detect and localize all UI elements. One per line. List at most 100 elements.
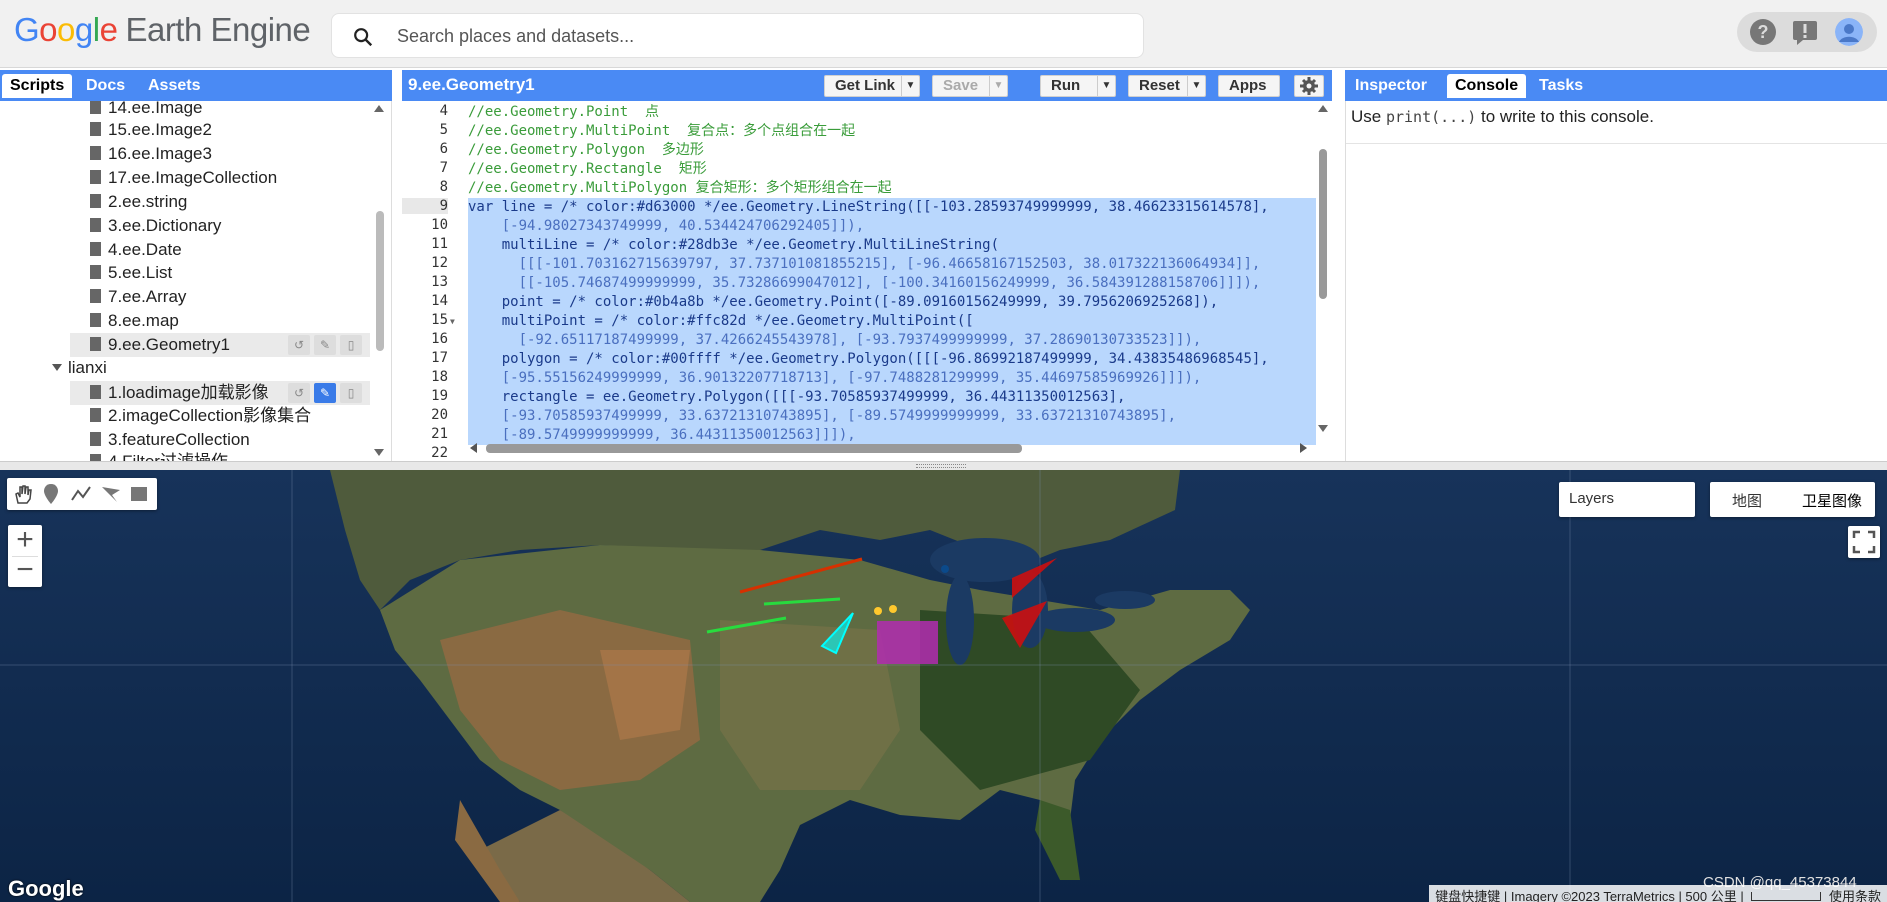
tab-inspector[interactable]: Inspector [1347,74,1435,98]
code-line[interactable]: [-93.70585937499999, 33.63721310743895],… [468,407,1176,426]
delete-icon[interactable]: ▯ [340,383,362,403]
feedback-icon[interactable] [1791,18,1819,46]
editor-horizontal-scrollbar[interactable] [486,444,1022,453]
code-line[interactable]: [[[-101.703162715639797, 37.737101081855… [468,255,1261,274]
script-item[interactable]: 1.loadimage加载影像 [90,382,269,404]
script-item[interactable]: 5.ee.List [90,262,172,284]
code-line[interactable]: var line = /* color:#d63000 */ee.Geometr… [468,198,1269,217]
map-attribution[interactable]: 键盘快捷键 | Imagery ©2023 TerraMetrics | 500… [1435,889,1743,902]
polyline-icon[interactable] [69,482,93,506]
multiline-geometry[interactable] [706,616,787,634]
script-item[interactable]: 2.ee.string [90,191,187,213]
code-line[interactable]: [-89.5749999999999, 36.44311350012563]]]… [468,426,856,445]
multiline-geometry[interactable] [763,597,841,606]
settings-button[interactable] [1294,75,1324,97]
folder-lianxi[interactable]: lianxi [52,357,107,379]
code-line[interactable]: multiPoint = /* color:#ffc82d */ee.Geome… [468,312,974,331]
zoom-out-button[interactable]: − [8,555,42,587]
reset-button[interactable]: Reset ▼ [1128,75,1206,97]
code-line[interactable]: [-95.55156249999999, 36.90132207718713],… [468,369,1202,388]
history-icon[interactable]: ↺ [288,335,310,355]
script-item[interactable]: 8.ee.map [90,310,179,332]
zoom-in-button[interactable]: + [8,525,42,556]
code-line[interactable]: rectangle = ee.Geometry.Polygon([[[-93.7… [468,388,1126,407]
scroll-up-arrow[interactable] [1318,105,1328,112]
marker-icon[interactable] [41,482,61,506]
polygon-draw-icon[interactable] [99,482,123,506]
apps-button[interactable]: Apps [1218,75,1280,97]
multipoint-geometry[interactable] [874,607,882,615]
script-item[interactable]: 2.imageCollection影像集合 [90,405,311,427]
chevron-down-icon[interactable]: ▼ [989,76,1007,96]
multipoint-geometry[interactable] [889,605,897,613]
map-type-satellite-button[interactable]: 卫星图像 [1802,490,1862,511]
code-line[interactable]: [-94.98027343749999, 40.534424706292405]… [468,217,864,236]
script-item[interactable]: 4.ee.Date [90,239,182,261]
red-polygon-geometry[interactable] [1002,601,1047,648]
fullscreen-button[interactable] [1848,526,1880,558]
drag-grip-icon[interactable] [916,464,966,468]
tab-docs[interactable]: Docs [78,74,133,98]
terms-link[interactable]: 使用条款 [1829,889,1881,902]
code-line[interactable]: //ee.Geometry.Point 点 [468,103,659,122]
code-editor[interactable]: 4 5 6 7 8 9 10 11 12 13 14 15 16 17 18 1… [402,101,1332,461]
scroll-down-arrow[interactable] [1318,425,1328,432]
search-box[interactable]: Search places and datasets... [331,13,1144,58]
tab-assets[interactable]: Assets [140,74,208,98]
line-number: 16 [431,331,448,347]
run-button[interactable]: Run ▼ [1040,75,1116,97]
history-icon[interactable]: ↺ [288,383,310,403]
script-item[interactable]: 16.ee.Image3 [90,143,212,165]
script-item-active[interactable]: 9.ee.Geometry1 [90,334,230,356]
code-line[interactable]: //ee.Geometry.MultiPoint 复合点：多个点组合在一起 [468,122,855,141]
account-avatar-icon[interactable] [1835,18,1863,46]
scroll-down-arrow[interactable] [374,449,384,456]
map-view[interactable]: + − Layers 地图 卫星图像 Google CSDN @qq_45373… [0,470,1887,902]
red-polygon-geometry[interactable] [1012,558,1057,598]
script-item[interactable]: 15.ee.Image2 [90,119,212,141]
code-line[interactable]: [[-105.74687499999999, 35.73286699047012… [468,274,1261,293]
script-item[interactable]: 17.ee.ImageCollection [90,167,277,189]
scroll-up-arrow[interactable] [374,105,384,112]
edit-icon[interactable]: ✎ [314,335,336,355]
rectangle-geometry[interactable] [877,621,938,664]
delete-icon[interactable]: ▯ [340,335,362,355]
code-line[interactable]: [-92.65117187499999, 37.4266245543978], … [468,331,1202,350]
pan-hand-icon[interactable] [11,482,35,506]
get-link-button[interactable]: Get Link ▼ [824,75,920,97]
panel-resize-handle[interactable] [0,461,1887,470]
code-line[interactable]: //ee.Geometry.MultiPolygon 复合矩形：多个矩形组合在一… [468,179,892,198]
code-line[interactable]: //ee.Geometry.Rectangle 矩形 [468,160,707,179]
map-type-map-button[interactable]: 地图 [1732,490,1762,511]
chevron-down-icon[interactable]: ▼ [1097,76,1115,96]
edit-icon[interactable]: ✎ [314,383,336,403]
scroll-left-arrow[interactable] [470,443,477,453]
scripts-scrollbar[interactable] [376,211,384,351]
search-placeholder[interactable]: Search places and datasets... [397,26,634,47]
fold-arrow-icon[interactable]: ▼ [450,317,455,326]
layers-control[interactable]: Layers [1559,482,1695,517]
code-line[interactable]: multiLine = /* color:#28db3e */ee.Geomet… [468,236,999,255]
polygon-geometry[interactable] [820,612,854,655]
script-item[interactable]: 3.featureCollection [90,429,250,451]
script-item[interactable]: 3.ee.Dictionary [90,215,221,237]
rectangle-draw-icon[interactable] [127,482,151,506]
google-earth-engine-logo[interactable]: Google Earth Engine [14,11,311,49]
scroll-right-arrow[interactable] [1300,443,1307,453]
chevron-down-icon[interactable]: ▼ [901,76,919,96]
chevron-down-icon[interactable]: ▼ [1187,76,1205,96]
save-button[interactable]: Save ▼ [932,75,1008,97]
point-geometry[interactable] [941,565,949,573]
help-icon[interactable]: ? [1749,18,1777,46]
script-item[interactable]: 7.ee.Array [90,286,186,308]
line-geometry[interactable] [739,557,863,594]
tab-scripts[interactable]: Scripts [2,74,73,98]
script-item[interactable]: 14.ee.Image [90,101,203,119]
tab-tasks[interactable]: Tasks [1531,74,1591,98]
code-line[interactable]: //ee.Geometry.Polygon 多边形 [468,141,704,160]
script-item[interactable]: 4.Filter过滤操作 [90,451,228,461]
tab-console[interactable]: Console [1447,74,1527,98]
code-line[interactable]: polygon = /* color:#00ffff */ee.Geometry… [468,350,1269,369]
editor-vertical-scrollbar[interactable] [1319,149,1327,299]
code-line[interactable]: point = /* color:#0b4a8b */ee.Geometry.P… [468,293,1218,312]
